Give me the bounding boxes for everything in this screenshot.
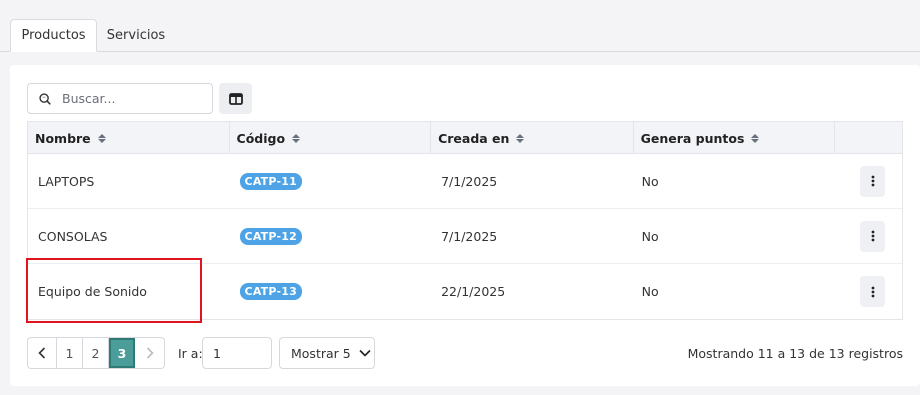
columns-icon — [228, 92, 243, 105]
code-badge: CATP-11 — [239, 172, 302, 190]
page-button-1[interactable]: 1 — [57, 338, 83, 368]
columns-toggle-button[interactable] — [219, 83, 252, 114]
search-box[interactable] — [27, 83, 213, 114]
cell-nombre: CONSOLAS — [38, 228, 108, 244]
more-vertical-icon — [871, 286, 874, 297]
code-badge: CATP-13 — [239, 283, 302, 300]
goto-label: Ir a: — [178, 346, 203, 361]
header-nombre[interactable]: Nombre — [28, 122, 230, 154]
sort-icon[interactable] — [97, 133, 106, 143]
categories-table: Nombre Código Creada en Genera puntos LA… — [27, 121, 903, 320]
header-actions — [835, 122, 902, 154]
row-actions-button[interactable] — [860, 220, 886, 252]
tab-divider — [0, 51, 920, 52]
header-codigo[interactable]: Código — [230, 122, 432, 154]
code-badge: CATP-12 — [239, 227, 302, 245]
page-button-2[interactable]: 2 — [83, 338, 109, 368]
page-size-select[interactable]: Mostrar 5 — [279, 337, 375, 369]
chevron-down-icon — [359, 349, 371, 357]
table-row[interactable]: CONSOLAS CATP-12 7/1/2025 No — [28, 209, 902, 264]
prev-page-button[interactable] — [28, 338, 57, 368]
header-label: Código — [236, 130, 286, 146]
cell-creada: 7/1/2025 — [441, 228, 498, 244]
search-input[interactable] — [62, 91, 202, 106]
tab-productos[interactable]: Productos — [10, 19, 97, 52]
row-actions-button[interactable] — [860, 165, 886, 197]
tab-bar: Productos Servicios — [0, 0, 920, 52]
cell-creada: 22/1/2025 — [441, 284, 506, 299]
header-label: Genera puntos — [640, 130, 745, 146]
tab-servicios[interactable]: Servicios — [97, 19, 175, 52]
table-header: Nombre Código Creada en Genera puntos — [28, 122, 902, 154]
table-row[interactable]: LAPTOPS CATP-11 7/1/2025 No — [28, 154, 902, 209]
more-vertical-icon — [871, 175, 874, 187]
pagination: 1 2 3 — [27, 337, 165, 369]
cell-codigo: CATP-12 — [230, 209, 432, 263]
cell-creada: 7/1/2025 — [441, 173, 498, 189]
sort-icon[interactable] — [516, 133, 525, 143]
row-actions-button[interactable] — [860, 276, 886, 307]
header-label: Nombre — [35, 130, 91, 146]
next-page-button[interactable] — [135, 338, 164, 368]
cell-actions — [835, 209, 902, 263]
header-creada[interactable]: Creada en — [431, 122, 634, 154]
sort-icon[interactable] — [292, 133, 301, 143]
table-row[interactable]: Equipo de Sonido CATP-13 22/1/2025 No — [28, 264, 902, 319]
chevron-right-icon — [146, 347, 154, 359]
cell-codigo: CATP-13 — [230, 264, 432, 319]
sort-icon[interactable] — [751, 133, 760, 143]
cell-puntos: No — [641, 228, 659, 244]
chevron-left-icon — [38, 347, 46, 359]
goto-page-input[interactable] — [202, 337, 272, 369]
cell-puntos: No — [641, 173, 659, 189]
records-summary: Mostrando 11 a 13 de 13 registros — [687, 346, 903, 361]
page-size-label: Mostrar 5 — [291, 345, 351, 361]
cell-puntos: No — [641, 284, 659, 299]
cell-nombre: Equipo de Sonido — [38, 284, 147, 299]
cell-actions — [835, 154, 902, 208]
header-genera-puntos[interactable]: Genera puntos — [634, 122, 836, 154]
more-vertical-icon — [871, 230, 874, 242]
cell-actions — [835, 264, 902, 319]
cell-nombre: LAPTOPS — [38, 173, 95, 189]
cell-codigo: CATP-11 — [230, 154, 432, 208]
search-icon — [39, 92, 51, 105]
header-label: Creada en — [438, 130, 510, 146]
page-button-3[interactable]: 3 — [109, 338, 135, 368]
